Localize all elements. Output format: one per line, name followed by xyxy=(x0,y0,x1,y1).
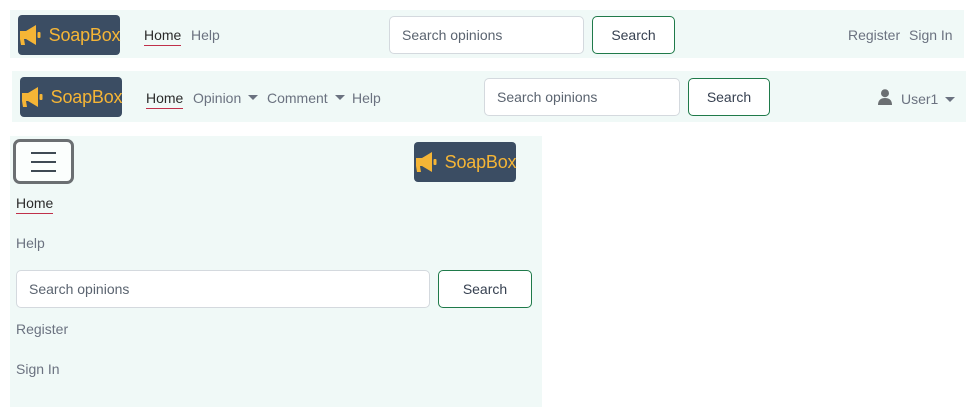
caret-down-icon xyxy=(334,95,345,100)
megaphone-icon xyxy=(18,24,42,46)
nav-home[interactable]: Home xyxy=(144,26,182,46)
nav-help[interactable]: Help xyxy=(16,234,45,252)
megaphone-icon xyxy=(20,86,44,108)
brand-name: SoapBox xyxy=(50,86,123,107)
search-button[interactable]: Search xyxy=(438,270,532,308)
nav-opinion-label: Opinion xyxy=(193,90,242,106)
nav-comment-label: Comment xyxy=(267,90,328,106)
brand-name: SoapBox xyxy=(444,151,517,172)
brand-logo[interactable]: SoapBox xyxy=(414,142,517,182)
hamburger-icon-line xyxy=(31,169,56,172)
user-menu-dropdown[interactable]: User1 xyxy=(878,89,956,109)
nav-help[interactable]: Help xyxy=(352,89,381,107)
register-link[interactable]: Register xyxy=(16,320,68,338)
megaphone-icon xyxy=(414,151,438,173)
brand-logo[interactable]: SoapBox xyxy=(18,15,121,55)
sign-in-link[interactable]: Sign In xyxy=(16,360,60,378)
sign-in-link[interactable]: Sign In xyxy=(909,26,953,44)
brand-name: SoapBox xyxy=(48,24,121,45)
search-input[interactable] xyxy=(16,270,430,308)
nav-comment-dropdown[interactable]: Comment xyxy=(267,89,345,107)
search-button[interactable]: Search xyxy=(688,78,770,116)
hamburger-icon-line xyxy=(31,151,56,154)
brand-logo[interactable]: SoapBox xyxy=(20,77,123,117)
hamburger-toggle-button[interactable] xyxy=(13,139,74,184)
caret-down-icon xyxy=(248,95,259,100)
user-icon xyxy=(878,89,892,109)
search-button[interactable]: Search xyxy=(592,16,675,54)
nav-home[interactable]: Home xyxy=(146,89,184,109)
search-input[interactable] xyxy=(389,16,584,54)
search-input[interactable] xyxy=(484,78,680,116)
caret-down-icon xyxy=(945,96,956,102)
user-name: User1 xyxy=(901,91,939,107)
nav-opinion-dropdown[interactable]: Opinion xyxy=(193,89,259,107)
hamburger-icon-line xyxy=(31,160,56,163)
register-link[interactable]: Register xyxy=(848,26,900,44)
nav-help[interactable]: Help xyxy=(191,26,220,44)
nav-home[interactable]: Home xyxy=(16,194,54,214)
